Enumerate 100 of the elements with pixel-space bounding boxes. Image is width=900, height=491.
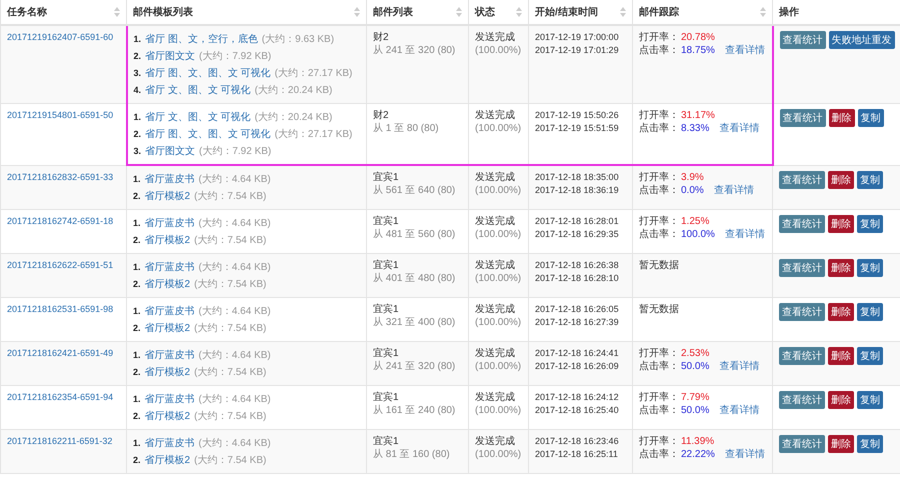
- stats-button[interactable]: 查看统计: [779, 391, 825, 409]
- template-link[interactable]: 省厅模板2: [144, 455, 190, 466]
- copy-button[interactable]: 复制: [857, 303, 883, 321]
- item-number: 3.: [134, 146, 142, 156]
- stats-button[interactable]: 查看统计: [779, 215, 825, 233]
- sort-icon[interactable]: [620, 7, 626, 17]
- item-number: 1.: [133, 218, 141, 228]
- template-link[interactable]: 省厅模板2: [144, 235, 190, 246]
- start-time: 2017-12-19 15:50:26: [535, 109, 620, 122]
- copy-button[interactable]: 复制: [857, 259, 883, 277]
- open-rate-label: 打开率：: [639, 435, 679, 448]
- template-link[interactable]: 省厅蓝皮书: [144, 218, 195, 229]
- details-link[interactable]: 查看详情: [719, 122, 760, 135]
- stats-button[interactable]: 查看统计: [779, 259, 825, 277]
- click-rate-label: 点击率：: [639, 44, 679, 57]
- stats-button[interactable]: 查看统计: [779, 303, 825, 321]
- details-link[interactable]: 查看详情: [724, 44, 765, 57]
- list-range: 从 561 至 640 (80): [373, 184, 456, 197]
- open-rate-label: 打开率：: [639, 215, 679, 228]
- template-link[interactable]: 省厅 文、图、文 可视化: [145, 85, 251, 96]
- copy-button[interactable]: 复制: [857, 391, 883, 409]
- sort-icon[interactable]: [760, 7, 766, 17]
- item-number: 2.: [133, 367, 141, 377]
- template-link[interactable]: 省厅蓝皮书: [144, 394, 195, 405]
- template-link[interactable]: 省厅模板2: [144, 279, 190, 290]
- delete-button[interactable]: 删除: [828, 391, 854, 409]
- template-link[interactable]: 省厅模板2: [144, 367, 190, 378]
- sort-icon[interactable]: [114, 7, 120, 17]
- list-range: 从 321 至 400 (80): [373, 316, 456, 329]
- column-header[interactable]: 操作: [779, 5, 799, 19]
- click-rate-label: 点击率：: [639, 360, 679, 373]
- template-link[interactable]: 省厅模板2: [144, 191, 190, 202]
- template-link[interactable]: 省厅蓝皮书: [144, 262, 195, 273]
- status-text: 发送完成: [475, 303, 516, 316]
- open-rate-value: 11.39%: [681, 435, 714, 448]
- details-link[interactable]: 查看详情: [724, 448, 765, 461]
- stats-button[interactable]: 查看统计: [780, 31, 826, 49]
- details-link[interactable]: 查看详情: [714, 184, 754, 197]
- column-header[interactable]: 邮件跟踪: [639, 5, 679, 19]
- delete-button[interactable]: 删除: [828, 347, 854, 365]
- sort-icon[interactable]: [456, 7, 462, 17]
- sort-icon[interactable]: [354, 7, 360, 17]
- click-rate-value: 50.0%: [681, 360, 710, 373]
- copy-button[interactable]: 复制: [857, 170, 883, 188]
- column-header[interactable]: 邮件模板列表: [133, 5, 193, 19]
- delete-button[interactable]: 删除: [828, 303, 854, 321]
- template-size: (大约：4.64 KB): [198, 306, 271, 317]
- open-rate-label: 打开率：: [639, 109, 679, 122]
- task-link[interactable]: 20171219162407-6591-60: [7, 31, 120, 44]
- copy-button[interactable]: 复制: [857, 435, 883, 453]
- stats-button[interactable]: 查看统计: [780, 109, 826, 127]
- template-link[interactable]: 省厅图文文: [145, 146, 196, 157]
- template-link[interactable]: 省厅蓝皮书: [144, 174, 195, 185]
- template-link[interactable]: 省厅蓝皮书: [144, 350, 195, 361]
- template-link[interactable]: 省厅图文文: [145, 51, 196, 62]
- template-link[interactable]: 省厅模板2: [144, 411, 190, 422]
- sort-icon[interactable]: [516, 7, 522, 17]
- item-number: 2.: [134, 129, 142, 139]
- end-time: 2017-12-19 17:01:29: [535, 44, 620, 57]
- template-link[interactable]: 省厅 图、文，空行，底色: [145, 34, 258, 45]
- end-time: 2017-12-18 16:28:10: [535, 272, 620, 285]
- task-link[interactable]: 20171219154801-6591-50: [7, 109, 120, 122]
- item-number: 2.: [133, 323, 141, 333]
- progress-text: (100.00%): [475, 272, 522, 285]
- template-link[interactable]: 省厅模板2: [144, 323, 190, 334]
- column-header[interactable]: 任务名称: [7, 5, 47, 19]
- template-link[interactable]: 省厅 图、文、图、文 可视化: [145, 68, 271, 79]
- progress-text: (100.00%): [475, 228, 522, 241]
- resend-button[interactable]: 失败地址重发: [828, 31, 894, 49]
- template-size: (大约：7.54 KB): [194, 279, 266, 290]
- delete-button[interactable]: 删除: [828, 435, 854, 453]
- stats-button[interactable]: 查看统计: [779, 170, 825, 188]
- template-size: (大约：7.92 KB): [199, 51, 272, 62]
- copy-button[interactable]: 复制: [858, 109, 884, 127]
- start-time: 2017-12-18 18:35:00: [535, 171, 620, 184]
- delete-button[interactable]: 删除: [828, 259, 854, 277]
- template-link[interactable]: 省厅 文、图、文 可视化: [145, 112, 251, 123]
- click-rate-value: 0.0%: [681, 184, 704, 197]
- no-data-text: 暂无数据: [639, 303, 680, 316]
- click-rate-label: 点击率：: [639, 184, 679, 197]
- copy-button[interactable]: 复制: [857, 215, 883, 233]
- template-link[interactable]: 省厅蓝皮书: [144, 438, 195, 449]
- stats-button[interactable]: 查看统计: [779, 435, 825, 453]
- delete-button[interactable]: 删除: [828, 109, 854, 127]
- template-link[interactable]: 省厅 图、文、图、文 可视化: [145, 129, 271, 140]
- delete-button[interactable]: 删除: [828, 215, 854, 233]
- stats-button[interactable]: 查看统计: [779, 347, 825, 365]
- details-link[interactable]: 查看详情: [719, 360, 760, 373]
- details-link[interactable]: 查看详情: [724, 228, 765, 241]
- template-link[interactable]: 省厅蓝皮书: [144, 306, 195, 317]
- details-link[interactable]: 查看详情: [719, 404, 760, 417]
- item-number: 2.: [133, 411, 141, 421]
- no-data-text: 暂无数据: [639, 259, 680, 272]
- progress-text: (100.00%): [475, 184, 522, 197]
- delete-button[interactable]: 删除: [828, 170, 854, 188]
- copy-button[interactable]: 复制: [857, 347, 883, 365]
- column-header[interactable]: 状态: [475, 5, 495, 19]
- item-number: 1.: [134, 34, 142, 44]
- status-text: 发送完成: [475, 347, 516, 360]
- list-name: 宜宾1: [373, 215, 400, 228]
